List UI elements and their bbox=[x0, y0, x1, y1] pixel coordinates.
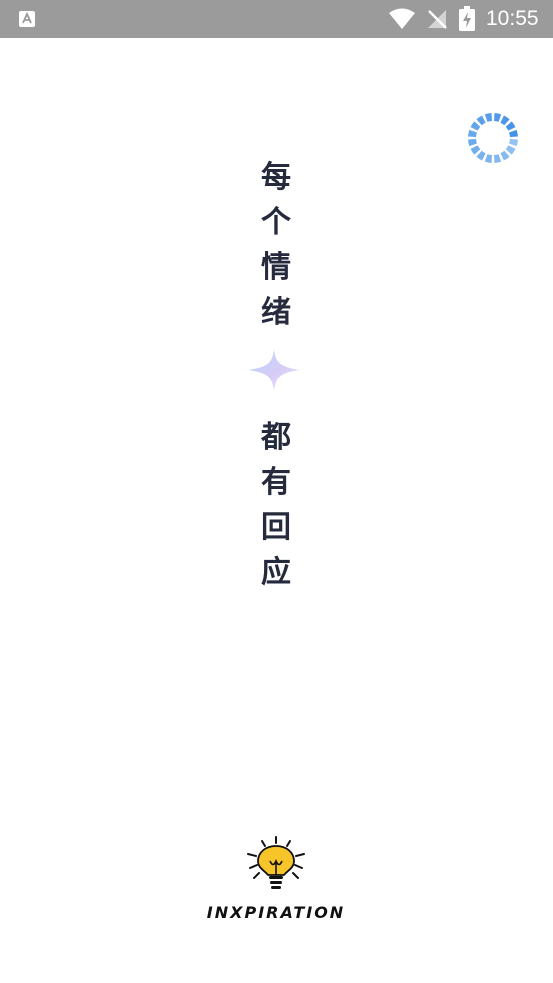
slogan-char: 情 bbox=[261, 250, 291, 285]
status-bar: 10:55 bbox=[0, 0, 553, 38]
wifi-icon bbox=[389, 8, 415, 29]
spinner-segment bbox=[468, 139, 477, 147]
no-signal-icon bbox=[428, 10, 447, 29]
brand-name: INXPIRATION bbox=[206, 903, 346, 922]
slogan-top: 每 个 情 绪 bbox=[246, 155, 306, 335]
slogan-bottom: 都 有 回 应 bbox=[246, 415, 306, 595]
slogan-char: 都 bbox=[261, 420, 291, 455]
battery-charging-icon bbox=[459, 6, 475, 31]
slogan-char: 绪 bbox=[261, 295, 291, 330]
sparkle-icon bbox=[248, 349, 300, 391]
spinner-segment bbox=[476, 150, 486, 161]
spinner-segment bbox=[494, 154, 502, 163]
loading-spinner-icon[interactable] bbox=[467, 112, 519, 164]
slogan-char: 每 bbox=[261, 160, 291, 195]
app-notification-icon bbox=[19, 11, 35, 27]
slogan-char: 回 bbox=[261, 510, 291, 545]
slogan-char: 有 bbox=[261, 465, 291, 500]
spinner-segment bbox=[505, 121, 516, 131]
slogan-char: 应 bbox=[261, 555, 291, 590]
spinner-segment bbox=[500, 150, 510, 161]
spinner-segment bbox=[468, 129, 477, 137]
spinner-segment bbox=[470, 145, 481, 155]
spinner-segment bbox=[509, 129, 518, 137]
status-time: 10:55 bbox=[486, 7, 539, 30]
spinner-segment bbox=[505, 145, 516, 155]
spinner-segment bbox=[494, 113, 502, 122]
spinner-segment bbox=[484, 154, 492, 163]
spinner-segment bbox=[484, 113, 492, 122]
slogan-char: 个 bbox=[261, 205, 291, 240]
lightbulb-icon bbox=[247, 836, 305, 889]
spinner-segment bbox=[500, 115, 510, 126]
spinner-segment bbox=[509, 139, 518, 147]
spinner-segment bbox=[476, 115, 486, 126]
spinner-segment bbox=[470, 121, 481, 131]
